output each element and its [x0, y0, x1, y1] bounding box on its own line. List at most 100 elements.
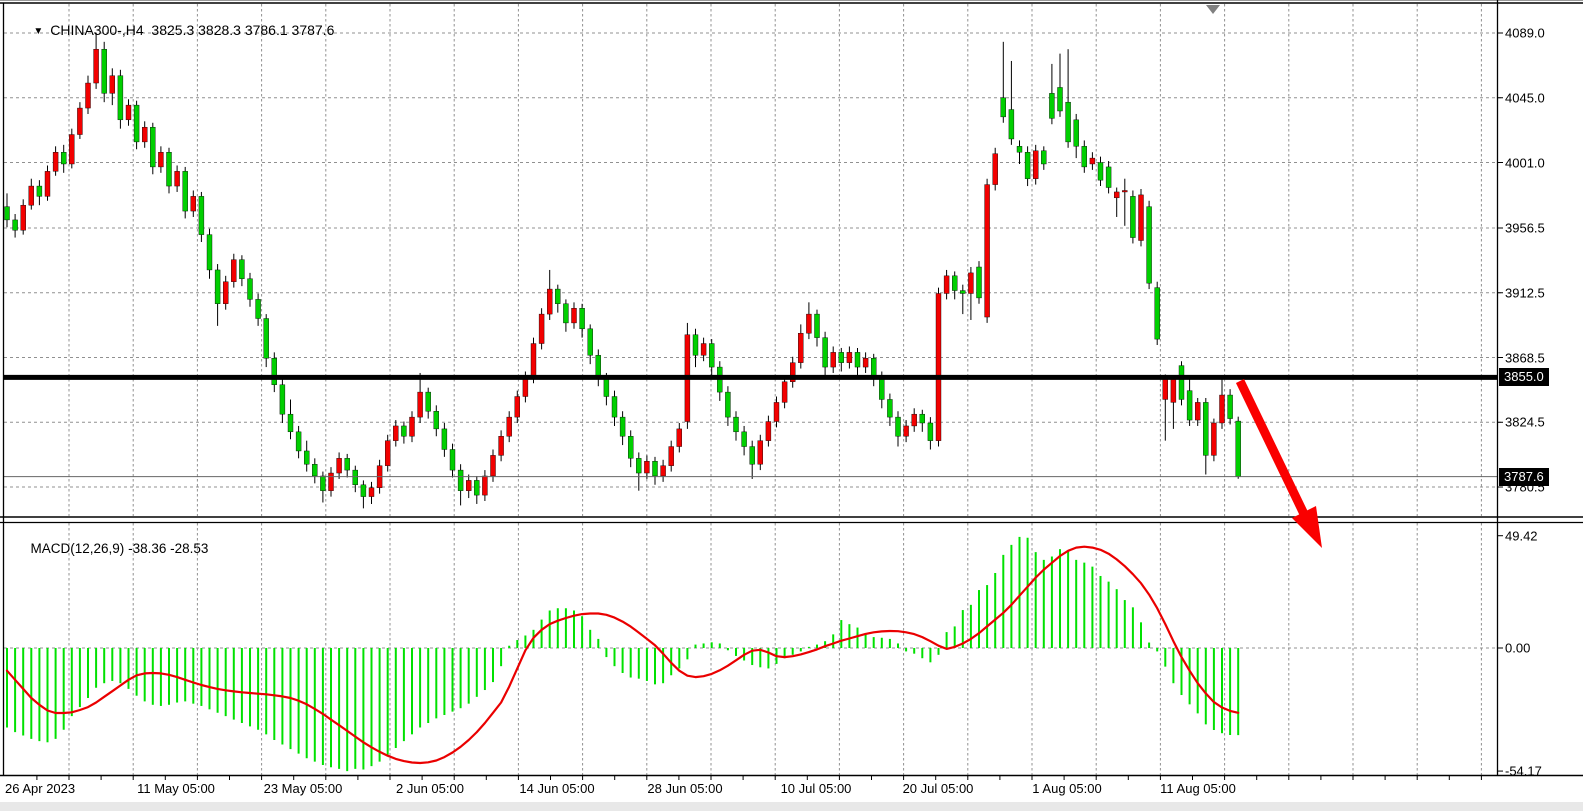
trading-chart-window: ▼CHINA300-,H4 3825.3 3828.3 3786.1 3787.… — [0, 0, 1583, 811]
candle-body-down — [823, 338, 828, 367]
candle-body-up — [191, 196, 196, 211]
candle-body-up — [985, 185, 990, 317]
candle-body-down — [304, 451, 309, 464]
candle-body-up — [126, 105, 131, 120]
candle-body-down — [1082, 146, 1087, 167]
candle-body-down — [1066, 102, 1071, 142]
candle-body-up — [21, 205, 26, 230]
candle-body-up — [69, 135, 74, 164]
candle-body-down — [693, 335, 698, 356]
candle-body-down — [1049, 93, 1054, 118]
candle-body-down — [272, 358, 277, 384]
candle-body-down — [725, 392, 730, 417]
candle-body-down — [426, 392, 431, 411]
candle-body-up — [806, 314, 811, 333]
candle-body-up — [482, 476, 487, 495]
candle-body-up — [94, 49, 99, 83]
candle-body-down — [288, 414, 293, 432]
candle-body-down — [887, 399, 892, 417]
candle-body-up — [1090, 158, 1095, 164]
candle-body-down — [1098, 163, 1103, 181]
candle-body-down — [5, 207, 10, 220]
candle-body-down — [815, 314, 820, 338]
candle-body-up — [944, 276, 949, 294]
candle-body-up — [1163, 377, 1168, 399]
candle-body-up — [29, 186, 34, 205]
candle-body-down — [1147, 207, 1152, 284]
candle-body-up — [847, 352, 852, 362]
candle-body-up — [337, 458, 342, 473]
candle-body-down — [1001, 98, 1006, 117]
candle-body-up — [1211, 423, 1216, 455]
candle-body-down — [150, 127, 155, 167]
candle-body-down — [1155, 288, 1160, 340]
candle-body-up — [863, 358, 868, 367]
candle-body-up — [158, 152, 163, 167]
candle-body-up — [912, 414, 917, 426]
candle-body-up — [677, 429, 682, 447]
candle-body-down — [248, 279, 253, 300]
candle-body-down — [474, 480, 479, 495]
candle-body-down — [1058, 87, 1063, 111]
candle-body-down — [580, 308, 585, 329]
candle-body-up — [669, 447, 674, 466]
candle-body-down — [345, 458, 350, 470]
candle-body-down — [280, 385, 285, 414]
candle-body-down — [1025, 152, 1030, 178]
candle-body-up — [410, 417, 415, 436]
candle-body-down — [215, 270, 220, 304]
candle-body-up — [936, 293, 941, 440]
candle-body-down — [1009, 110, 1014, 139]
candle-body-up — [523, 377, 528, 396]
candle-body-down — [458, 470, 463, 491]
trend-arrow-head[interactable] — [1292, 506, 1322, 548]
candle-body-up — [491, 455, 496, 476]
candle-body-down — [1017, 146, 1022, 152]
candle-body-up — [393, 426, 398, 441]
candle-body-up — [385, 441, 390, 466]
candle-body-down — [1106, 167, 1111, 188]
candle-body-up — [466, 480, 471, 490]
candle-body-up — [661, 466, 666, 476]
candle-body-down — [207, 235, 212, 270]
candle-body-up — [329, 473, 334, 491]
candle-body-down — [296, 432, 301, 451]
candle-body-up — [515, 397, 520, 418]
candle-body-down — [628, 436, 633, 458]
candle-body-up — [572, 308, 577, 323]
candle-body-up — [418, 392, 423, 417]
candle-body-up — [231, 260, 236, 282]
candle-body-down — [709, 344, 714, 368]
candle-body-up — [904, 426, 909, 436]
trend-arrow-shaft[interactable] — [1240, 381, 1304, 514]
candle-body-down — [1228, 395, 1233, 419]
chart-shift-marker-icon[interactable] — [1206, 5, 1220, 14]
candle-body-up — [701, 344, 706, 356]
candle-body-up — [766, 422, 771, 441]
candle-body-down — [61, 152, 66, 164]
candle-body-down — [596, 355, 601, 377]
candle-body-up — [86, 83, 91, 108]
candle-body-down — [239, 260, 244, 279]
candle-body-up — [142, 127, 147, 142]
candle-body-down — [612, 397, 617, 418]
candle-body-down — [13, 220, 18, 230]
candle-body-down — [256, 299, 261, 318]
candle-body-up — [798, 333, 803, 362]
candle-body-up — [45, 171, 50, 196]
candle-body-up — [539, 314, 544, 343]
candle-body-down — [920, 414, 925, 423]
candle-body-down — [1041, 151, 1046, 164]
candle-body-up — [110, 76, 115, 94]
candle-body-up — [774, 402, 779, 421]
candle-body-down — [118, 76, 123, 120]
candle-body-down — [134, 105, 139, 142]
candle-body-down — [320, 476, 325, 491]
candle-body-down — [734, 417, 739, 432]
candle-body-up — [499, 436, 504, 455]
candle-body-down — [312, 464, 317, 476]
chart-canvas[interactable] — [0, 0, 1583, 811]
candle-body-down — [588, 329, 593, 355]
candle-body-up — [369, 488, 374, 497]
candle-body-down — [434, 411, 439, 429]
